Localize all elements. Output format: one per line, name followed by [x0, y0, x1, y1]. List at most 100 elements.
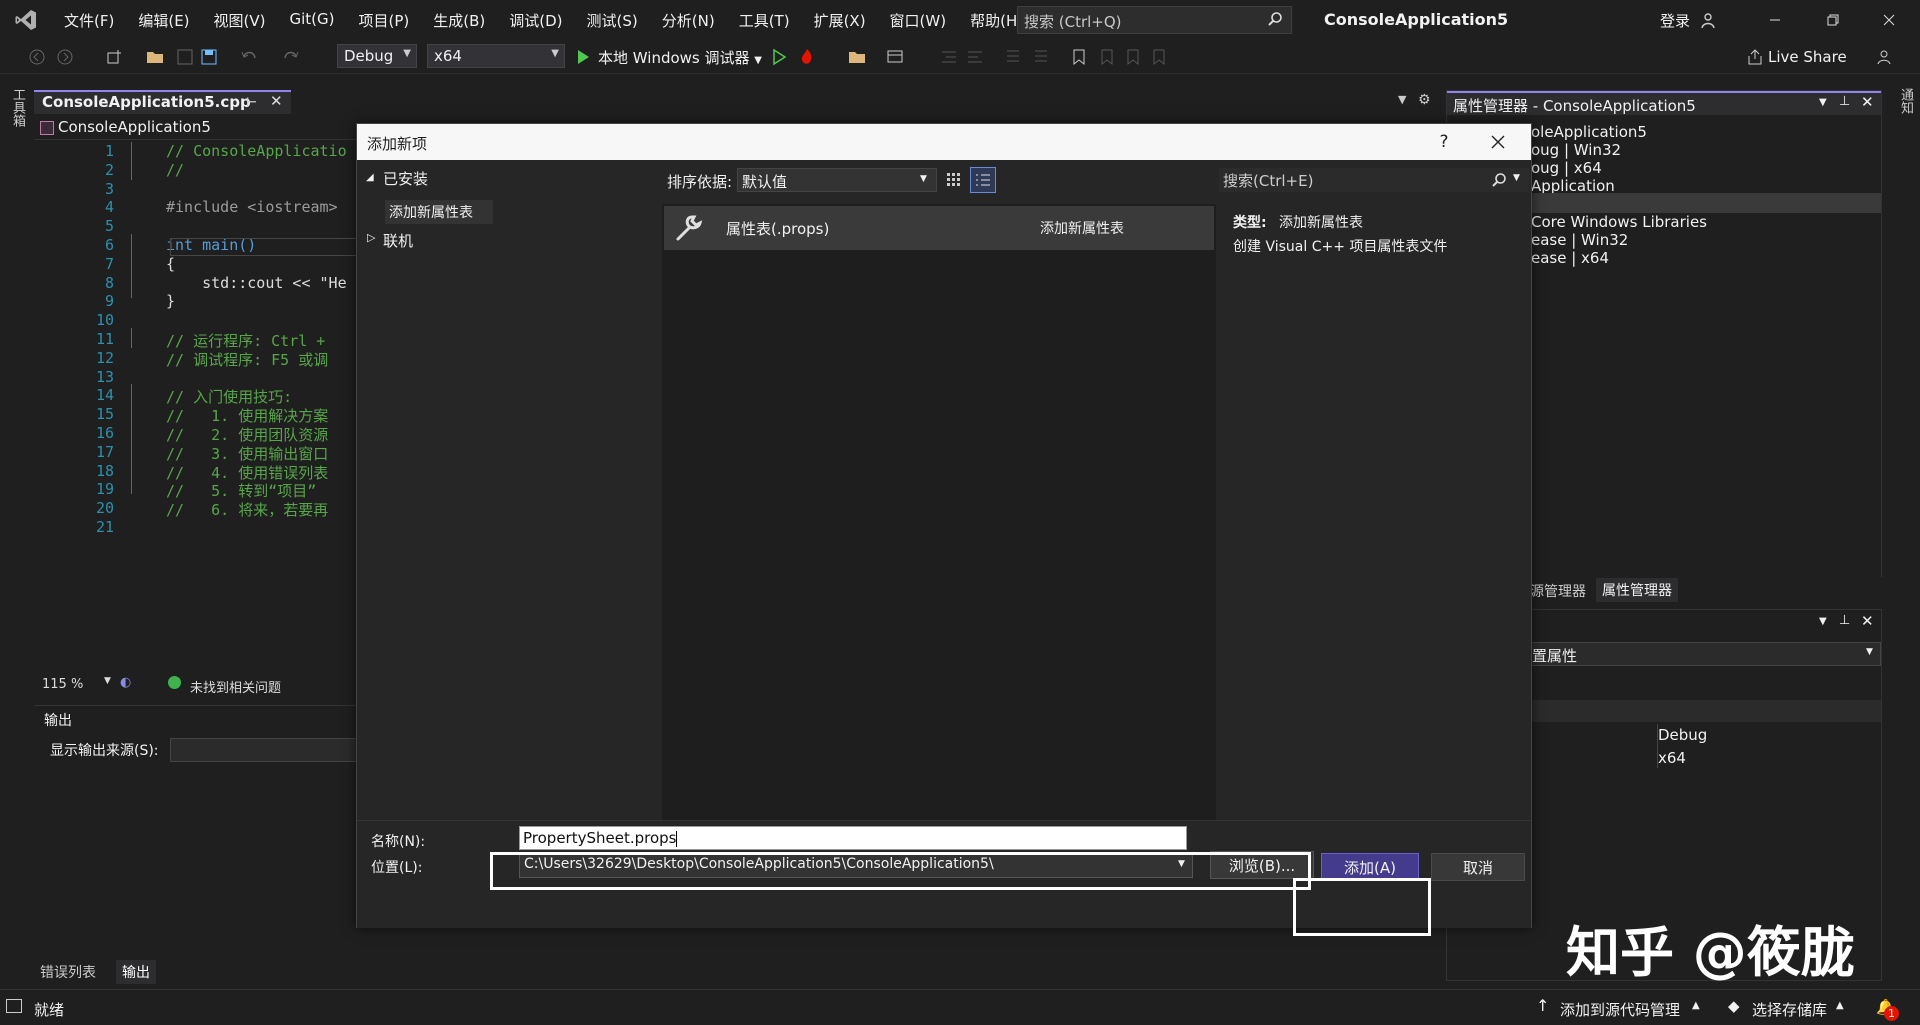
forward-icon[interactable] — [56, 48, 74, 66]
back-icon[interactable] — [28, 48, 46, 66]
dialog-close-button[interactable] — [1475, 124, 1521, 160]
menu-item[interactable]: 项目(P) — [347, 10, 422, 31]
menu-item[interactable]: 分析(N) — [650, 10, 727, 31]
help-button[interactable]: ? — [1421, 124, 1467, 160]
browse-button[interactable]: 浏览(B)... — [1210, 851, 1314, 879]
tab-output[interactable]: 输出 — [116, 960, 156, 984]
undo-icon[interactable] — [240, 48, 258, 66]
close-tab-icon[interactable]: ✕ — [270, 92, 283, 110]
close-window-button[interactable] — [1866, 4, 1912, 36]
open-folder-icon[interactable] — [146, 48, 164, 66]
restore-button[interactable] — [1810, 4, 1856, 36]
search-icon[interactable] — [1491, 172, 1507, 188]
menu-item[interactable]: 视图(V) — [202, 10, 278, 31]
browse-label: 浏览(B)... — [1228, 856, 1296, 875]
clear-bookmarks-icon[interactable] — [1150, 48, 1168, 66]
notifications-tab[interactable]: 通知 — [1896, 88, 1915, 114]
property-tree-item[interactable]: Core Windows Libraries — [1531, 213, 1707, 231]
property-tree-item[interactable]: ease | Win32 — [1531, 231, 1628, 249]
global-search-input[interactable]: 搜索 (Ctrl+Q) — [1017, 6, 1292, 34]
menu-item[interactable]: 窗口(W) — [878, 10, 959, 31]
tab-error-list[interactable]: 错误列表 — [34, 960, 102, 984]
menu-item[interactable]: 编辑(E) — [126, 10, 201, 31]
next-bookmark-icon[interactable] — [1124, 48, 1142, 66]
minimize-button[interactable] — [1752, 4, 1798, 36]
pin-icon[interactable]: ⊥ — [1839, 613, 1850, 628]
property-tree-item[interactable]: oug | Win32 — [1531, 141, 1621, 159]
grid-view-icon[interactable] — [945, 171, 963, 189]
cancel-button[interactable]: 取消 — [1431, 853, 1525, 881]
debugger-button[interactable]: 本地 Windows 调试器 ▼ — [598, 47, 762, 68]
save-all-icon[interactable] — [200, 48, 218, 66]
sort-select[interactable]: 默认值 ▼ — [737, 168, 937, 192]
platform-value: x64 — [434, 47, 462, 65]
comment-icon[interactable] — [1004, 48, 1022, 66]
tab-list-chevron-icon[interactable]: ▼ — [1398, 93, 1406, 106]
live-share-button[interactable]: Live Share — [1768, 48, 1847, 66]
bottom-tab-strip: 错误列表 输出 — [34, 958, 1436, 984]
prev-bookmark-icon[interactable] — [1098, 48, 1116, 66]
project-dropdown[interactable]: ConsoleApplication5 — [58, 118, 211, 136]
chevron-down-icon[interactable]: ▼ — [1819, 616, 1827, 627]
output-window-icon[interactable] — [6, 999, 22, 1013]
toolbox-tab[interactable]: 工具箱 — [8, 88, 27, 127]
property-tree-item[interactable]: ease | x64 — [1531, 249, 1609, 267]
zoom-level[interactable]: 115 % — [42, 677, 83, 692]
feedback-icon[interactable] — [1876, 48, 1894, 66]
menu-bar: 文件(F) 编辑(E) 视图(V) Git(G) 项目(P) 生成(B) 调试(D) 测试(S… — [0, 0, 1920, 40]
list-view-icon[interactable] — [970, 167, 996, 193]
chevron-down-icon[interactable]: ▼ — [1513, 173, 1520, 183]
outdent-icon[interactable] — [966, 48, 984, 66]
collapsed-triangle-icon[interactable]: ▷ — [367, 231, 375, 244]
issues-status[interactable]: 未找到相关问题 — [190, 677, 281, 696]
check-circle-icon — [168, 676, 181, 689]
name-input[interactable]: PropertySheet.props — [519, 826, 1187, 850]
property-tree-item[interactable]: oleApplication5 — [1531, 123, 1647, 141]
start-without-debugging-icon[interactable] — [770, 48, 788, 66]
tab-solution-explorer[interactable]: 源管理器 — [1530, 581, 1586, 601]
copilot-icon[interactable]: ◐ — [120, 675, 131, 690]
settings-gear-icon[interactable]: ⚙ — [1418, 92, 1431, 108]
menu-item[interactable]: Git(G) — [278, 10, 347, 31]
menu-item[interactable]: 扩展(X) — [802, 10, 878, 31]
login-button[interactable]: 登录 — [1660, 10, 1690, 31]
tree-node-installed[interactable]: 已安装 — [383, 168, 428, 189]
template-item-property-sheet[interactable]: 属性表(.props) 添加新属性表 — [664, 206, 1214, 250]
add-button[interactable]: 添加(A) — [1321, 853, 1419, 881]
layout-icon[interactable] — [886, 48, 904, 66]
new-project-icon[interactable] — [106, 48, 124, 66]
menu-item[interactable]: 调试(D) — [497, 10, 574, 31]
config-select[interactable]: Debug ▼ — [337, 44, 417, 68]
pin-icon[interactable]: ⊥ — [1839, 94, 1850, 109]
select-repository-button[interactable]: 选择存储库 — [1752, 999, 1827, 1020]
admin-person-icon[interactable] — [1700, 12, 1718, 30]
template-search-input[interactable]: 搜索(Ctrl+E) ▼ — [1219, 168, 1529, 192]
close-icon[interactable]: ✕ — [1861, 612, 1874, 630]
line-number: 9 — [104, 292, 114, 311]
expanded-triangle-icon[interactable]: ◢ — [366, 172, 374, 183]
hot-reload-icon[interactable] — [798, 48, 816, 66]
indent-icon[interactable] — [940, 48, 958, 66]
pin-icon[interactable]: ⊢ — [246, 95, 257, 109]
menu-item[interactable]: 生成(B) — [421, 10, 497, 31]
chevron-down-icon[interactable]: ▼ — [1819, 97, 1827, 108]
redo-icon[interactable] — [282, 48, 300, 66]
tree-node-add-property-sheet[interactable]: 添加新属性表 — [385, 200, 493, 224]
start-debugging-icon[interactable] — [574, 48, 592, 66]
add-to-source-control-button[interactable]: 添加到源代码管理 — [1560, 999, 1680, 1020]
tree-node-online[interactable]: 联机 — [383, 230, 413, 251]
menu-item[interactable]: 测试(S) — [575, 10, 650, 31]
solution-explorer-icon[interactable] — [848, 48, 866, 66]
tab-property-manager[interactable]: 属性管理器 — [1596, 578, 1678, 602]
uncomment-icon[interactable] — [1032, 48, 1050, 66]
chevron-down-icon[interactable]: ▼ — [104, 676, 111, 686]
menu-item[interactable]: 文件(F) — [52, 10, 126, 31]
location-select[interactable]: C:\Users\32629\Desktop\ConsoleApplicatio… — [519, 852, 1193, 878]
save-icon[interactable] — [176, 48, 194, 66]
close-icon[interactable]: ✕ — [1861, 93, 1874, 111]
platform-select[interactable]: x64 ▼ — [427, 44, 565, 68]
tab-consoleapplication5-cpp[interactable]: ConsoleApplication5.cpp ⊢ ✕ — [34, 90, 291, 114]
bookmark-icon[interactable] — [1070, 48, 1088, 66]
property-tree-item[interactable]: oug | x64 — [1531, 159, 1602, 177]
menu-item[interactable]: 工具(T) — [727, 10, 802, 31]
